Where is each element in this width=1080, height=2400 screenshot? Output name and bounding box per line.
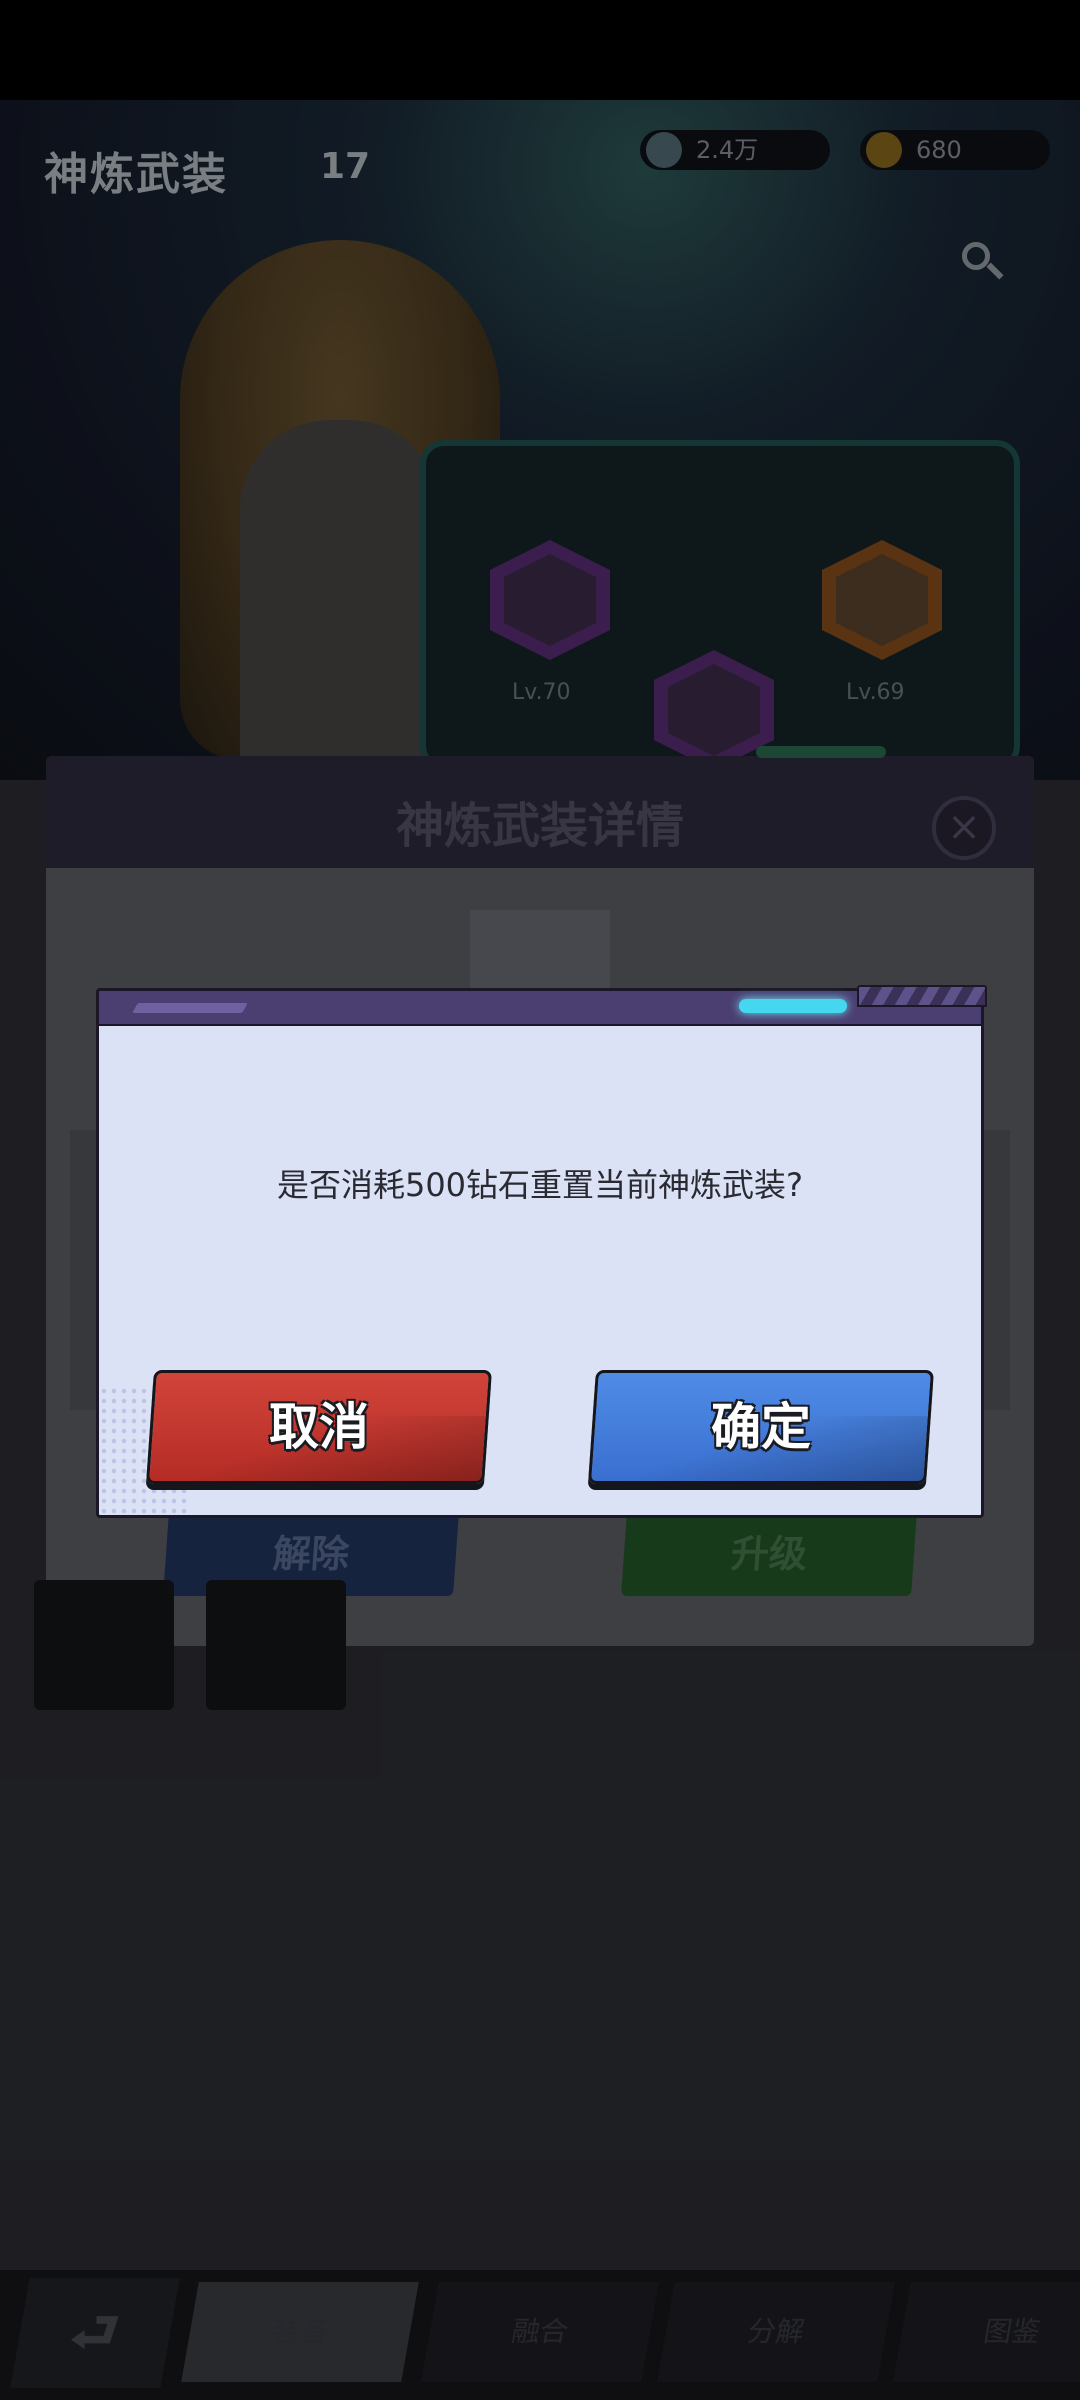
dialog-message: 是否消耗500钻石重置当前神炼武装? <box>276 1166 804 1204</box>
confirm-button[interactable]: 确定 <box>588 1370 934 1484</box>
dialog-header <box>96 985 987 1026</box>
cancel-button[interactable]: 取消 <box>146 1370 492 1484</box>
confirm-button-label: 确定 <box>711 1398 811 1456</box>
confirm-dialog: 是否消耗500钻石重置当前神炼武装? 取消 确定 <box>96 985 987 1518</box>
cancel-button-label: 取消 <box>269 1398 369 1456</box>
dialog-header-stripes <box>857 985 987 1007</box>
dialog-header-tab <box>132 1003 248 1013</box>
dialog-header-glow <box>739 999 847 1013</box>
